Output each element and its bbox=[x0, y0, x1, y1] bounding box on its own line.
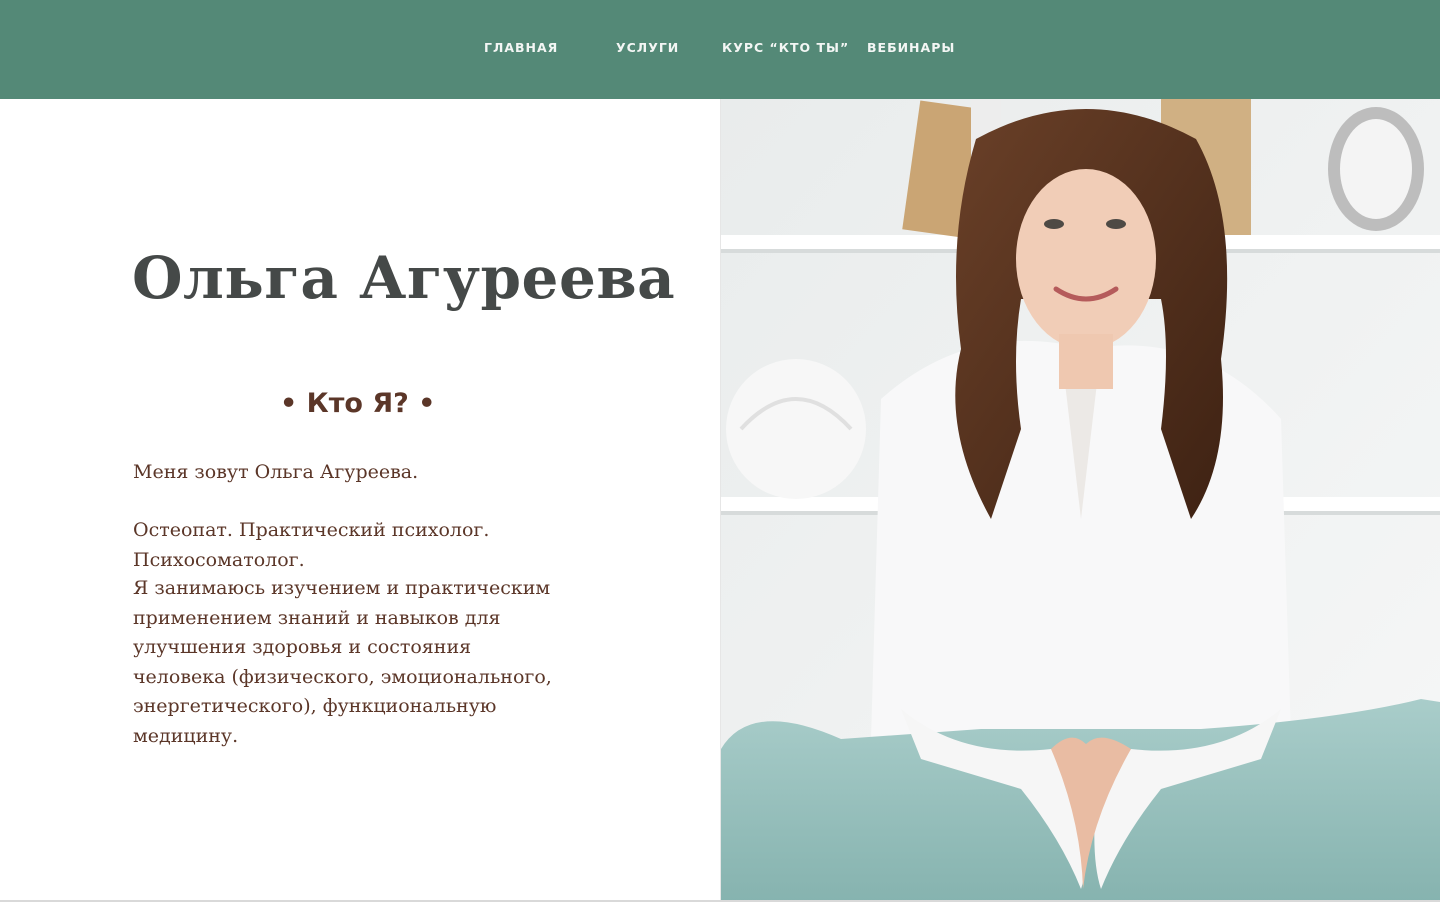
page-title: Ольга Агуреева bbox=[132, 244, 676, 312]
about-section bbox=[0, 99, 720, 901]
top-nav-bar: ГЛАВНАЯ УСЛУГИ КУРС “КТО ТЫ” ВЕБИНАРЫ bbox=[0, 0, 1440, 99]
portrait-photo bbox=[721, 99, 1440, 902]
nav-link-services[interactable]: УСЛУГИ bbox=[616, 40, 679, 58]
section-heading: • Кто Я? • bbox=[280, 388, 436, 419]
intro-paragraph: Меня зовут Ольга Агуреева. bbox=[133, 461, 419, 483]
description-paragraph: Я занимаюсь изучением и практическим при… bbox=[133, 577, 552, 747]
nav-link-webinars[interactable]: ВЕБИНАРЫ bbox=[867, 40, 955, 58]
bottom-border bbox=[0, 900, 1440, 902]
nav-link-home[interactable]: ГЛАВНАЯ bbox=[484, 40, 558, 58]
nav-link-course[interactable]: КУРС “КТО ТЫ” bbox=[722, 40, 849, 58]
profession-paragraph: Остеопат. Практический психолог. Психосо… bbox=[133, 519, 490, 571]
